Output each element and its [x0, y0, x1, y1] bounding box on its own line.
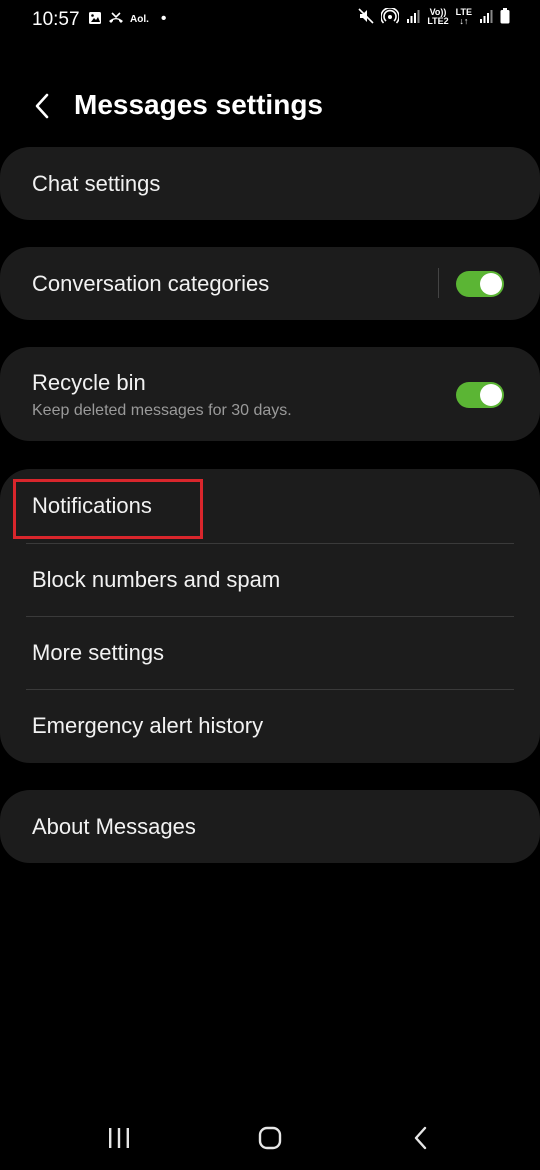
- recycle-bin-label: Recycle bin: [32, 370, 146, 395]
- emergency-alert-history-label: Emergency alert history: [32, 713, 264, 738]
- mute-icon: [358, 8, 374, 26]
- app-header: Messages settings: [0, 80, 540, 136]
- conversation-categories-card: Conversation categories: [0, 247, 540, 320]
- chat-settings-item[interactable]: Chat settings: [0, 147, 540, 220]
- block-numbers-item[interactable]: Block numbers and spam: [0, 543, 540, 616]
- recycle-bin-item[interactable]: Recycle bin Keep deleted messages for 30…: [0, 347, 540, 441]
- more-settings-label: More settings: [32, 640, 165, 665]
- about-messages-item[interactable]: About Messages: [0, 790, 540, 863]
- image-icon: [88, 11, 102, 28]
- toggle-knob: [480, 273, 502, 295]
- signal-icon: [479, 9, 493, 25]
- home-icon: [258, 1126, 282, 1155]
- block-numbers-label: Block numbers and spam: [32, 567, 281, 592]
- status-time: 10:57: [32, 9, 80, 30]
- battery-icon: [500, 8, 510, 26]
- more-settings-item[interactable]: More settings: [0, 616, 540, 689]
- signal-icon: [406, 9, 420, 25]
- navigation-bar: [0, 1110, 540, 1170]
- missed-call-icon: [108, 11, 124, 28]
- chat-settings-card: Chat settings: [0, 147, 540, 220]
- recents-icon: [107, 1127, 131, 1154]
- recycle-bin-card: Recycle bin Keep deleted messages for 30…: [0, 347, 540, 441]
- page-title: Messages settings: [74, 89, 323, 120]
- lte-indicator: LTE ↓↑: [455, 7, 472, 26]
- recents-button[interactable]: [99, 1124, 139, 1156]
- divider: [438, 268, 439, 298]
- back-nav-button[interactable]: [401, 1124, 441, 1156]
- emergency-alert-history-item[interactable]: Emergency alert history: [0, 689, 540, 763]
- chevron-left-icon: [34, 92, 50, 125]
- conversation-categories-item[interactable]: Conversation categories: [0, 247, 540, 320]
- recycle-bin-toggle[interactable]: [456, 382, 504, 408]
- toggle-knob: [480, 384, 502, 406]
- data-arrows-icon: ↓↑: [459, 16, 469, 26]
- recycle-bin-description: Keep deleted messages for 30 days.: [32, 402, 292, 419]
- notification-dot: •: [160, 10, 167, 27]
- home-button[interactable]: [250, 1124, 290, 1156]
- volte-indicator: Vo)) LTE2: [427, 7, 449, 26]
- chat-settings-label: Chat settings: [32, 171, 161, 196]
- conversation-categories-label: Conversation categories: [32, 271, 270, 296]
- hotspot-icon: [380, 7, 401, 26]
- back-icon: [413, 1126, 429, 1155]
- about-messages-card: About Messages: [0, 790, 540, 863]
- conversation-categories-toggle[interactable]: [456, 271, 504, 297]
- back-button[interactable]: [28, 90, 56, 126]
- status-bar: 10:57 Aol. • Vo)) LTE2 LTE ↓↑: [0, 0, 540, 40]
- carrier-text: Aol.: [130, 13, 149, 25]
- notifications-highlight-box: [13, 479, 203, 539]
- about-messages-label: About Messages: [32, 814, 196, 839]
